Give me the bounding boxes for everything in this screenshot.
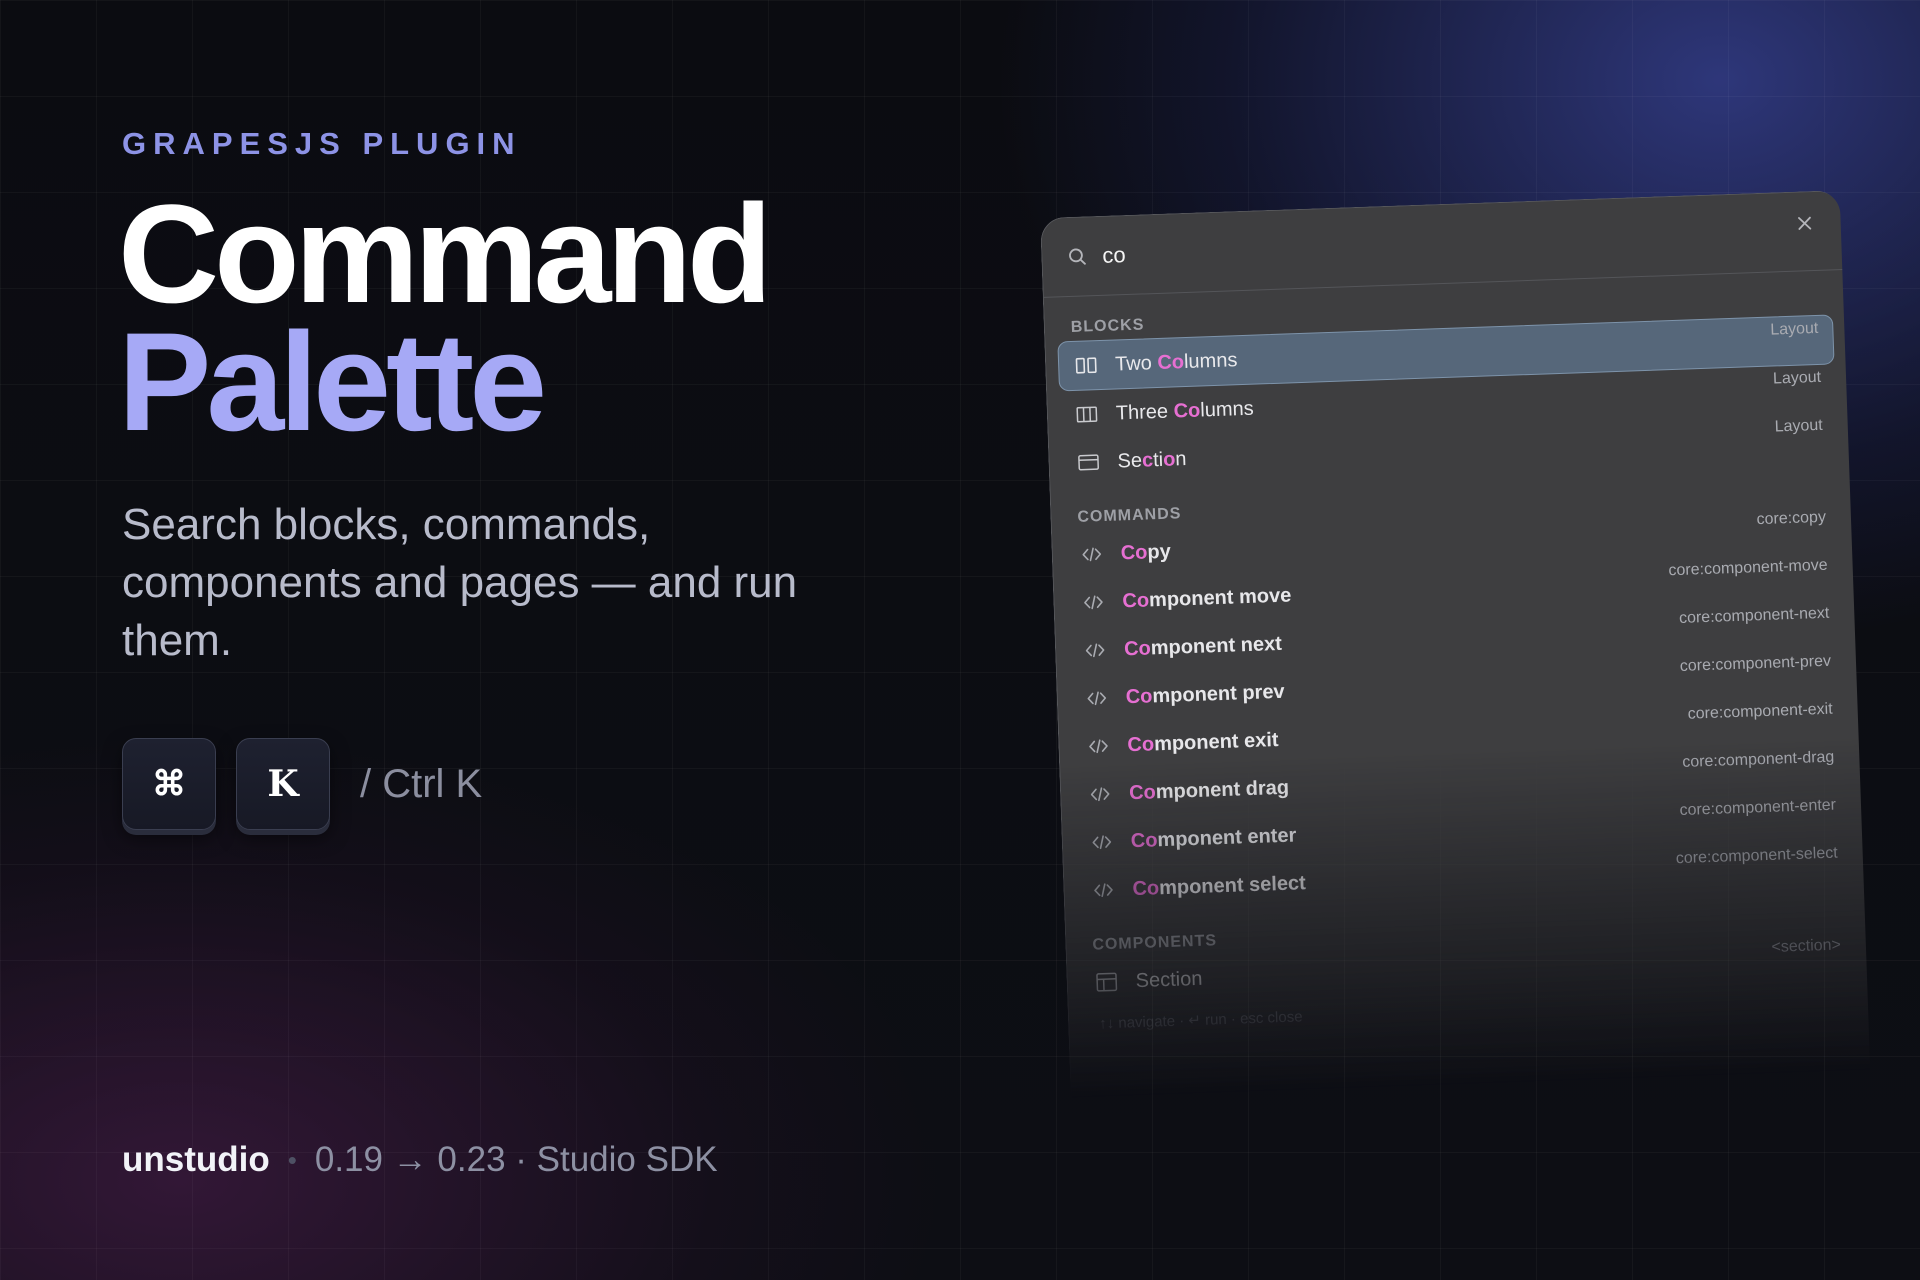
row-tag: core:component-drag bbox=[1682, 748, 1835, 771]
two-columns-icon bbox=[1073, 355, 1100, 376]
code-icon bbox=[1090, 880, 1117, 901]
code-icon bbox=[1088, 832, 1115, 853]
palette-search-input[interactable] bbox=[1099, 216, 1819, 270]
section-icon bbox=[1075, 452, 1102, 473]
row-label: Component move bbox=[1122, 583, 1292, 612]
row-label: Two Columns bbox=[1114, 348, 1238, 375]
code-icon bbox=[1082, 640, 1109, 661]
command-palette: BLOCKS Two Columns Layout Three Columns … bbox=[1040, 190, 1871, 1098]
row-label: Component select bbox=[1132, 871, 1307, 900]
code-icon bbox=[1080, 592, 1107, 613]
row-label: Component exit bbox=[1127, 728, 1279, 756]
eyebrow-label: GRAPESJS PLUGIN bbox=[122, 126, 522, 161]
shortcut-keys: ⌘ K / Ctrl K bbox=[122, 738, 482, 830]
row-label: Three Columns bbox=[1115, 397, 1254, 424]
subtitle: Search blocks, commands, components and … bbox=[122, 500, 798, 665]
code-icon bbox=[1085, 736, 1112, 757]
row-tag: <section> bbox=[1771, 936, 1842, 956]
shortcut-alt-text: / Ctrl K bbox=[360, 761, 483, 806]
commands-list: Copy core:copy Component move core:componen… bbox=[1052, 504, 1865, 916]
page-title: Command Palette bbox=[118, 175, 772, 460]
row-tag: Layout bbox=[1774, 416, 1824, 436]
row-label: Section bbox=[1135, 967, 1203, 992]
row-label: Component enter bbox=[1130, 823, 1297, 852]
row-tag: Layout bbox=[1772, 368, 1822, 388]
row-label: Component prev bbox=[1125, 680, 1285, 708]
row-tag: Layout bbox=[1770, 319, 1819, 339]
footer-separator: • bbox=[287, 1144, 297, 1175]
row-label: Component next bbox=[1123, 632, 1283, 660]
row-tag: core:component-next bbox=[1678, 604, 1830, 627]
code-icon bbox=[1078, 544, 1105, 565]
command-key: ⌘ bbox=[122, 738, 216, 830]
row-tag: core:component-move bbox=[1668, 556, 1828, 580]
search-icon bbox=[1069, 248, 1086, 265]
brand-name: unstudio bbox=[122, 1140, 270, 1179]
row-tag: core:component-select bbox=[1675, 844, 1838, 868]
three-columns-icon bbox=[1074, 404, 1101, 425]
row-tag: core:component-enter bbox=[1679, 796, 1837, 820]
row-tag: core:component-prev bbox=[1679, 652, 1832, 675]
title-line-2: Palette bbox=[118, 303, 547, 460]
row-label: Section bbox=[1117, 447, 1187, 472]
footer: unstudio • 0.19 → 0.23 · Studio SDK bbox=[122, 1140, 718, 1180]
row-tag: core:component-exit bbox=[1687, 700, 1833, 723]
row-label: Component drag bbox=[1128, 776, 1290, 804]
row-tag: core:copy bbox=[1756, 508, 1827, 529]
close-icon[interactable] bbox=[1793, 212, 1816, 235]
component-section-icon bbox=[1093, 972, 1120, 993]
code-icon bbox=[1087, 784, 1114, 805]
command-palette-frame: BLOCKS Two Columns Layout Three Columns … bbox=[1040, 190, 1871, 1098]
version-text: 0.19 → 0.23 · Studio SDK bbox=[314, 1140, 718, 1179]
code-icon bbox=[1083, 688, 1110, 709]
row-label: Copy bbox=[1120, 540, 1172, 564]
k-key: K bbox=[236, 738, 330, 830]
title-line-1: Command bbox=[118, 175, 772, 332]
